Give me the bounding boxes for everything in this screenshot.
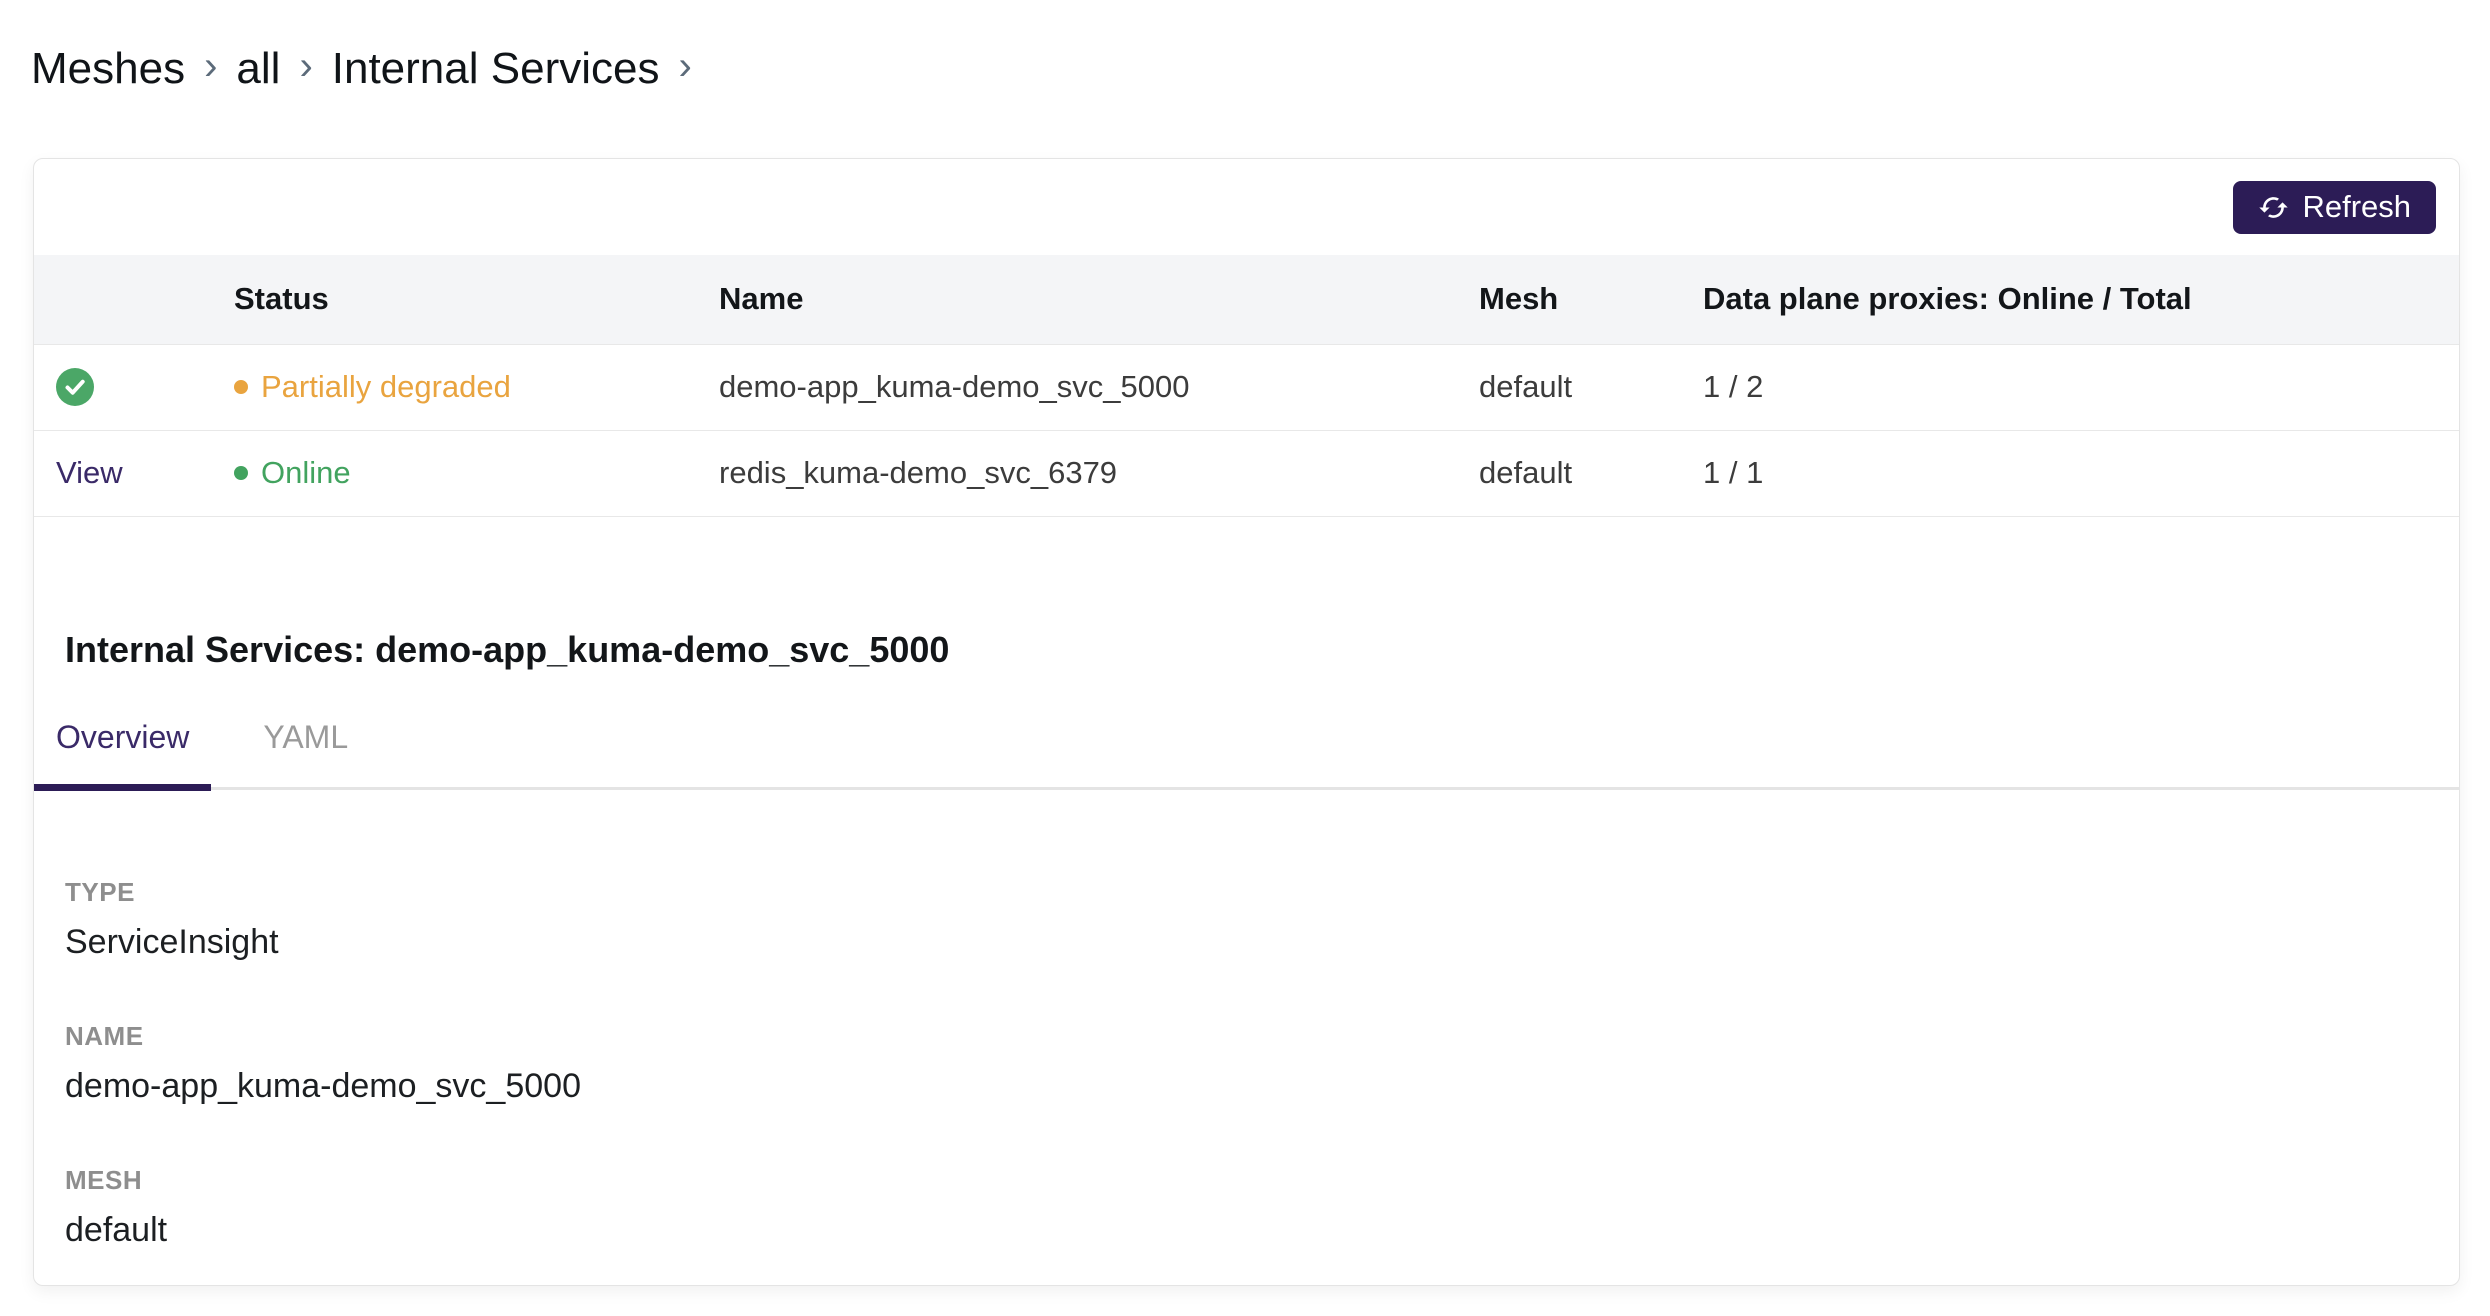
chevron-right-icon: › [204,39,217,93]
chevron-right-icon: › [678,39,691,93]
tab-overview[interactable]: Overview [34,703,211,787]
status-label: Partially degraded [261,369,511,405]
refresh-icon [2258,192,2289,223]
detail-tabs: Overview YAML [34,703,2459,790]
breadcrumb: Meshes › all › Internal Services › [0,0,2490,96]
mesh-cell: default [1469,430,1693,516]
service-name-cell: redis_kuma-demo_svc_6379 [709,430,1469,516]
breadcrumb-link-internal-services[interactable]: Internal Services [332,42,660,96]
column-header-name: Name [709,255,1469,344]
card-toolbar: Refresh [34,159,2459,255]
refresh-button[interactable]: Refresh [2233,181,2436,234]
proxies-cell: 1 / 1 [1693,430,2459,516]
field-value: ServiceInsight [65,920,2459,964]
service-name-cell: demo-app_kuma-demo_svc_5000 [709,344,1469,430]
status-cell: Partially degraded [224,344,709,430]
column-header-status: Status [224,255,709,344]
status-dot-icon [234,466,248,480]
mesh-cell: default [1469,344,1693,430]
internal-services-card: Refresh Status Name Mesh Data plane prox… [33,158,2460,1286]
proxies-cell: 1 / 2 [1693,344,2459,430]
field-value: demo-app_kuma-demo_svc_5000 [65,1064,2459,1108]
breadcrumb-link-mesh-all[interactable]: all [236,42,280,96]
service-row[interactable]: Partially degraded demo-app_kuma-demo_sv… [34,344,2459,430]
status-label: Online [261,455,351,491]
refresh-button-label: Refresh [2302,189,2411,225]
status-dot-icon [234,380,248,394]
selected-check-icon [56,368,94,406]
detail-field-mesh: MESH default [65,1164,2459,1252]
column-header-mesh: Mesh [1469,255,1693,344]
detail-field-type: TYPE ServiceInsight [65,876,2459,964]
services-table: Status Name Mesh Data plane proxies: Onl… [34,255,2459,517]
status-cell: Online [224,430,709,516]
chevron-right-icon: › [299,39,312,93]
service-row[interactable]: View Online redis_kuma-demo_svc_6379 def… [34,430,2459,516]
row-selected-cell [34,344,224,430]
detail-field-name: NAME demo-app_kuma-demo_svc_5000 [65,1020,2459,1108]
detail-heading: Internal Services: demo-app_kuma-demo_sv… [65,627,2459,673]
view-link[interactable]: View [56,455,123,490]
field-value: default [65,1208,2459,1252]
field-label: NAME [65,1020,2459,1052]
table-header-row: Status Name Mesh Data plane proxies: Onl… [34,255,2459,344]
field-label: TYPE [65,876,2459,908]
row-action-cell: View [34,430,224,516]
overview-panel: TYPE ServiceInsight NAME demo-app_kuma-d… [34,790,2459,1285]
breadcrumb-link-meshes[interactable]: Meshes [31,42,185,96]
tab-yaml[interactable]: YAML [241,703,370,787]
column-header-proxies: Data plane proxies: Online / Total [1693,255,2459,344]
field-label: MESH [65,1164,2459,1196]
column-header-action [34,255,224,344]
